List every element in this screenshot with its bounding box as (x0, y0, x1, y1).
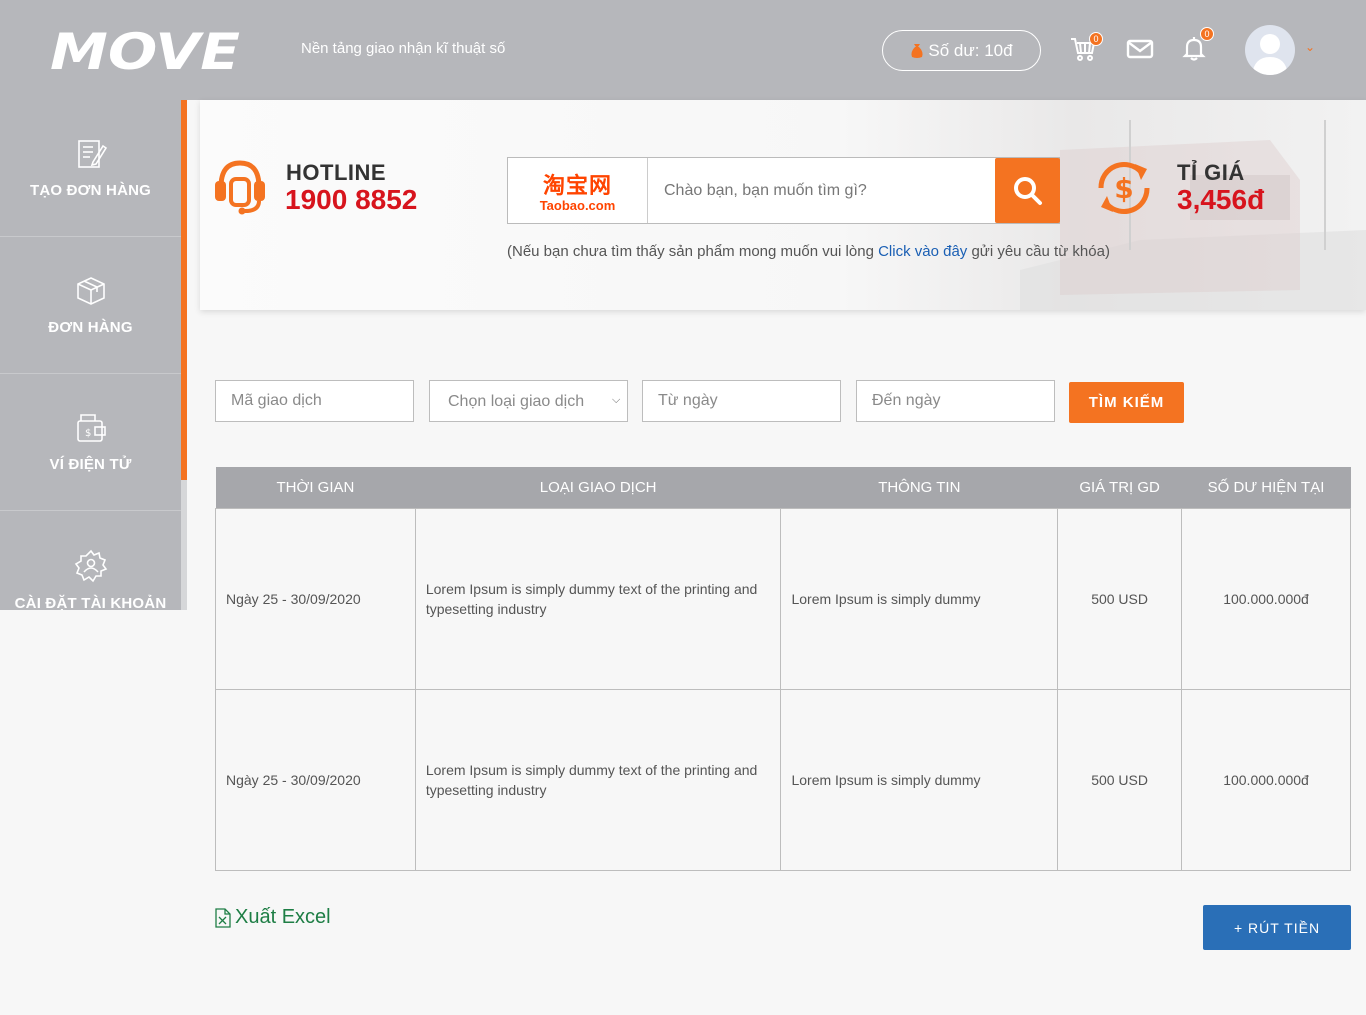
column-header-type: LOẠI GIAO DỊCH (415, 467, 781, 508)
exchange-rate-label: TỈ GIÁ (1177, 160, 1245, 185)
sidebar: TẠO ĐƠN HÀNG ĐƠN HÀNG $ VÍ ĐIỆN TỬ CÀI Đ… (0, 100, 187, 610)
filter-search-button[interactable]: TÌM KIẾM (1069, 382, 1184, 423)
sidebar-active-indicator (181, 100, 187, 480)
product-search-box: 淘宝网 Taobao.com (507, 157, 1060, 224)
svg-text:$: $ (1114, 172, 1133, 205)
sidebar-item-wallet[interactable]: $ VÍ ĐIỆN TỬ (0, 374, 181, 511)
sidebar-item-label: CÀI ĐẶT TÀI KHOẢN (14, 595, 167, 610)
edit-order-icon (77, 140, 107, 168)
cell-info: Lorem Ipsum is simply dummy (780, 507, 1059, 690)
search-hint: (Nếu bạn chưa tìm thấy sản phẩm mong muố… (507, 243, 1110, 260)
exchange-rate-value: 3,456đ (1177, 184, 1265, 215)
search-button[interactable] (995, 158, 1060, 223)
request-keyword-link[interactable]: Click vào đây (878, 243, 967, 260)
tagline: Nền tảng giao nhận kĩ thuật số (301, 40, 506, 57)
hotline-label: HOTLINE (286, 160, 387, 185)
notification-badge: 0 (1200, 27, 1214, 41)
cell-time: Ngày 25 - 30/09/2020 (215, 688, 416, 871)
mail-icon (1126, 39, 1154, 59)
column-header-time: THỜI GIAN (215, 467, 416, 508)
mail-button[interactable] (1125, 34, 1155, 64)
cell-balance: 100.000.000đ (1181, 688, 1351, 871)
top-bar: MOVE Nền tảng giao nhận kĩ thuật số Số d… (0, 0, 1366, 100)
export-excel-button[interactable]: Xuất Excel (215, 906, 331, 929)
cell-amount: 500 USD (1057, 507, 1183, 690)
column-header-balance: SỐ DƯ HIỆN TẠI (1181, 467, 1351, 508)
cell-info: Lorem Ipsum is simply dummy (780, 688, 1059, 871)
search-hint-before: (Nếu bạn chưa tìm thấy sản phẩm mong muố… (507, 243, 879, 260)
table-row: Ngày 25 - 30/09/2020 Lorem Ipsum is simp… (215, 507, 1351, 690)
sidebar-item-account-settings[interactable]: CÀI ĐẶT TÀI KHOẢN (0, 511, 181, 610)
cart-button[interactable]: 0 (1069, 32, 1103, 64)
hotline-number[interactable]: 1900 8852 (285, 184, 417, 216)
taobao-logo-en: Taobao.com (539, 198, 616, 213)
user-silhouette-icon (1252, 34, 1288, 75)
taobao-logo-cn: 淘宝网 (542, 173, 612, 198)
excel-file-icon (215, 907, 231, 928)
money-bag-icon (911, 43, 923, 58)
column-header-info: THÔNG TIN (780, 467, 1058, 508)
sidebar-item-orders[interactable]: ĐƠN HÀNG (0, 237, 181, 374)
notification-button[interactable]: 0 (1180, 27, 1214, 64)
cart-badge: 0 (1089, 32, 1103, 46)
svg-text:$: $ (85, 428, 91, 439)
to-date-input[interactable] (856, 380, 1055, 422)
balance-button[interactable]: Số dư: 10đ (882, 30, 1041, 71)
export-excel-label: Xuất Excel (235, 906, 331, 928)
currency-exchange-icon: $ (1098, 162, 1150, 214)
product-search-input[interactable] (649, 158, 995, 223)
taobao-logo[interactable]: 淘宝网 Taobao.com (508, 158, 648, 223)
sidebar-scrollbar[interactable] (181, 480, 187, 610)
svg-text:MOVE: MOVE (50, 28, 240, 72)
settings-icon (74, 549, 107, 583)
sidebar-item-label: TẠO ĐƠN HÀNG (29, 182, 152, 199)
move-logo[interactable]: MOVE (50, 28, 242, 72)
sidebar-item-create-order[interactable]: TẠO ĐƠN HÀNG (0, 100, 181, 237)
wallet-icon: $ (76, 414, 106, 442)
column-header-amount: GIÁ TRỊ GD (1057, 467, 1182, 508)
user-avatar[interactable] (1245, 25, 1295, 75)
cell-type: Lorem Ipsum is simply dummy text of the … (414, 507, 782, 690)
sidebar-item-label: VÍ ĐIỆN TỬ (49, 456, 132, 473)
headset-icon (215, 160, 265, 215)
sidebar-item-label: ĐƠN HÀNG (48, 319, 133, 336)
table-row: Ngày 25 - 30/09/2020 Lorem Ipsum is simp… (215, 688, 1351, 871)
cell-time: Ngày 25 - 30/09/2020 (215, 507, 416, 690)
from-date-input[interactable] (642, 380, 841, 422)
table-header-row: THỜI GIAN LOẠI GIAO DỊCH THÔNG TIN GIÁ T… (215, 467, 1351, 508)
search-icon (1013, 176, 1042, 205)
cell-amount: 500 USD (1057, 688, 1183, 871)
box-icon (76, 277, 105, 305)
transaction-code-input[interactable] (215, 380, 414, 422)
withdraw-button[interactable]: + RÚT TIỀN (1203, 905, 1351, 950)
search-hint-after: gửi yêu cầu từ khóa) (967, 243, 1110, 260)
chevron-down-icon[interactable]: ⌄ (1305, 40, 1315, 54)
balance-text: Số dư: 10đ (928, 40, 1013, 60)
transaction-type-select[interactable]: Chọn loại giao dịch (429, 380, 628, 422)
transaction-table: THỜI GIAN LOẠI GIAO DỊCH THÔNG TIN GIÁ T… (215, 467, 1351, 871)
cell-type: Lorem Ipsum is simply dummy text of the … (414, 688, 782, 871)
cell-balance: 100.000.000đ (1181, 507, 1351, 690)
